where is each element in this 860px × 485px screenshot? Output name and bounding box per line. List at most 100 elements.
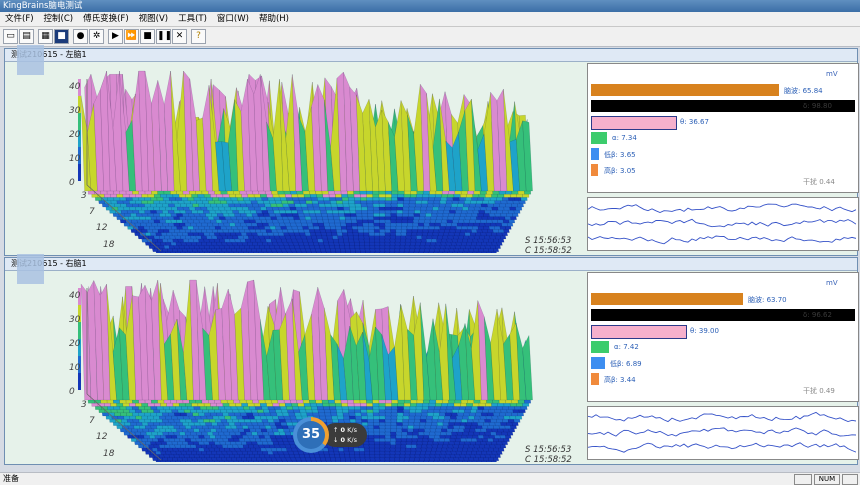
usage-ring: 35 bbox=[293, 417, 329, 453]
band-bar-chart: mV 脑波: 63.70 δ: 96.62 θ: 39.00 α: 7.42 低β: 6… bbox=[587, 272, 859, 402]
menu-tools[interactable]: 工具(T) bbox=[173, 12, 212, 26]
pause-icon[interactable]: ❚❚ bbox=[156, 29, 172, 44]
z-tick-40: 40 bbox=[69, 291, 81, 301]
freq-tick-12: 12 bbox=[96, 223, 108, 233]
z-tick-20: 20 bbox=[69, 130, 81, 140]
menu-file[interactable]: 文件(F) bbox=[0, 12, 39, 26]
freq-tick-7: 7 bbox=[89, 416, 95, 426]
menu-help[interactable]: 帮助(H) bbox=[254, 12, 294, 26]
z-tick-20: 20 bbox=[69, 339, 81, 349]
z-tick-10: 10 bbox=[69, 154, 81, 164]
freq-tick-7: 7 bbox=[89, 207, 95, 217]
record-icon[interactable]: ● bbox=[73, 29, 88, 44]
spectrum-surface bbox=[78, 70, 533, 259]
z-tick-30: 30 bbox=[69, 106, 81, 116]
z-tick-0: 0 bbox=[69, 178, 75, 188]
band-bar bbox=[591, 325, 687, 339]
freq-tick-18: 18 bbox=[103, 240, 115, 250]
open-icon[interactable]: ▭ bbox=[3, 29, 18, 44]
band-bar bbox=[591, 293, 743, 305]
close-icon[interactable]: ✕ bbox=[172, 29, 187, 44]
color-scale-segment bbox=[78, 373, 81, 390]
menu-bar: 文件(F) 控制(C) 傅氏变换(F) 视图(V) 工具(T) 窗口(W) 帮助(H) bbox=[0, 12, 860, 27]
eeg-pane-left: 测试210615 - 左脑1 40 30 20 10 0 3 7 12 18 S… bbox=[4, 45, 859, 259]
waveform-lines bbox=[587, 411, 857, 453]
band-value-label: δ: 96.62 bbox=[803, 311, 832, 319]
raw-waveform bbox=[587, 406, 859, 460]
unit-label: mV bbox=[826, 70, 838, 78]
band-value-label: 脑波: 63.70 bbox=[748, 296, 787, 304]
waveform-line bbox=[587, 427, 857, 437]
upload-rate: ↑ 0 K/s bbox=[333, 426, 357, 434]
fast-forward-icon[interactable]: ⏩ bbox=[124, 29, 139, 44]
pane-title-bar: 测试210615 - 右脑1 bbox=[5, 254, 857, 284]
freq-tick-3: 3 bbox=[81, 400, 87, 410]
freq-tick-18: 18 bbox=[103, 449, 115, 459]
title-bar: KingBrains脑电测试 bbox=[0, 0, 860, 12]
start-time: S 15:56:53 bbox=[525, 236, 572, 246]
color-scale-segment bbox=[78, 164, 81, 181]
help-icon[interactable]: ? bbox=[191, 29, 206, 44]
print-icon[interactable]: ▦ bbox=[38, 29, 53, 44]
band-bar bbox=[591, 373, 599, 385]
band-bar bbox=[591, 357, 605, 369]
waveform-line bbox=[587, 203, 857, 213]
interference-label: 干扰 0.49 bbox=[803, 387, 835, 395]
num-lock-indicator: NUM bbox=[814, 474, 840, 485]
z-tick-0: 0 bbox=[69, 387, 75, 397]
waveform-line bbox=[587, 218, 857, 228]
waveform-line bbox=[587, 235, 857, 245]
band-value-label: α: 7.34 bbox=[612, 134, 637, 142]
raw-waveform bbox=[587, 197, 859, 251]
waveform-line bbox=[587, 442, 857, 453]
menu-window[interactable]: 窗口(W) bbox=[212, 12, 254, 26]
settings-icon[interactable]: ✲ bbox=[89, 29, 104, 44]
band-bar bbox=[591, 132, 607, 144]
z-tick-40: 40 bbox=[69, 82, 81, 92]
band-bar-chart: mV 脑波: 65.84 δ: 98.80 θ: 36.67 α: 7.34 低β: 3… bbox=[587, 63, 859, 193]
save-icon[interactable]: ▤ bbox=[19, 29, 34, 44]
menu-fourier[interactable]: 傅氏变换(F) bbox=[78, 12, 134, 26]
freq-tick-12: 12 bbox=[96, 432, 108, 442]
toolbar: ▭ ▤ ▦ ■ ● ✲ ▶ ⏩ ■ ❚❚ ✕ ? bbox=[0, 27, 860, 47]
status-indicator bbox=[794, 474, 812, 485]
save-disk-icon[interactable]: ■ bbox=[54, 29, 69, 44]
band-bar bbox=[591, 164, 598, 176]
start-time: S 15:56:53 bbox=[525, 445, 572, 455]
speed-pill: ↑ 0 K/s ↓ 0 K/s bbox=[323, 423, 367, 447]
band-value-label: 低β: 6.89 bbox=[610, 360, 642, 368]
band-value-label: θ: 36.67 bbox=[680, 118, 709, 126]
status-bar: 准备 NUM bbox=[0, 472, 860, 485]
band-bar bbox=[591, 84, 779, 96]
status-indicator bbox=[842, 474, 858, 485]
download-rate: ↓ 0 K/s bbox=[333, 436, 357, 444]
current-time: C 15:58:52 bbox=[525, 455, 572, 465]
band-value-label: θ: 39.00 bbox=[690, 327, 719, 335]
band-value-label: δ: 98.80 bbox=[803, 102, 832, 110]
play-icon[interactable]: ▶ bbox=[108, 29, 123, 44]
usage-percent: 35 bbox=[297, 421, 325, 449]
status-text: 准备 bbox=[3, 474, 19, 483]
menu-control[interactable]: 控制(C) bbox=[39, 12, 79, 26]
menu-view[interactable]: 视图(V) bbox=[134, 12, 173, 26]
band-value-label: 低β: 3.65 bbox=[604, 151, 636, 159]
band-bar bbox=[591, 341, 609, 353]
band-value-label: 脑波: 65.84 bbox=[784, 87, 823, 95]
window-title: KingBrains脑电测试 bbox=[3, 1, 83, 11]
waveform-line bbox=[587, 411, 857, 423]
band-value-label: 高β: 3.44 bbox=[604, 376, 636, 384]
network-speed-widget[interactable]: ↑ 0 K/s ↓ 0 K/s 35 bbox=[293, 417, 368, 453]
band-bar bbox=[591, 148, 599, 160]
eeg-pane-right: 测试210615 - 右脑1 40 30 20 10 0 3 7 12 18 S… bbox=[4, 254, 859, 468]
stop-icon[interactable]: ■ bbox=[140, 29, 155, 44]
band-value-label: α: 7.42 bbox=[614, 343, 639, 351]
band-value-label: 高β: 3.05 bbox=[604, 167, 636, 175]
z-tick-10: 10 bbox=[69, 363, 81, 373]
waveform-lines bbox=[587, 203, 857, 245]
band-bar bbox=[591, 116, 677, 130]
unit-label: mV bbox=[826, 279, 838, 287]
freq-tick-3: 3 bbox=[81, 191, 87, 201]
current-time: C 15:58:52 bbox=[525, 246, 572, 256]
spectrum-3d-plot: 40 30 20 10 0 3 7 12 18 S 15:56:53 C 15:… bbox=[9, 63, 582, 259]
interference-label: 干扰 0.44 bbox=[803, 178, 835, 186]
